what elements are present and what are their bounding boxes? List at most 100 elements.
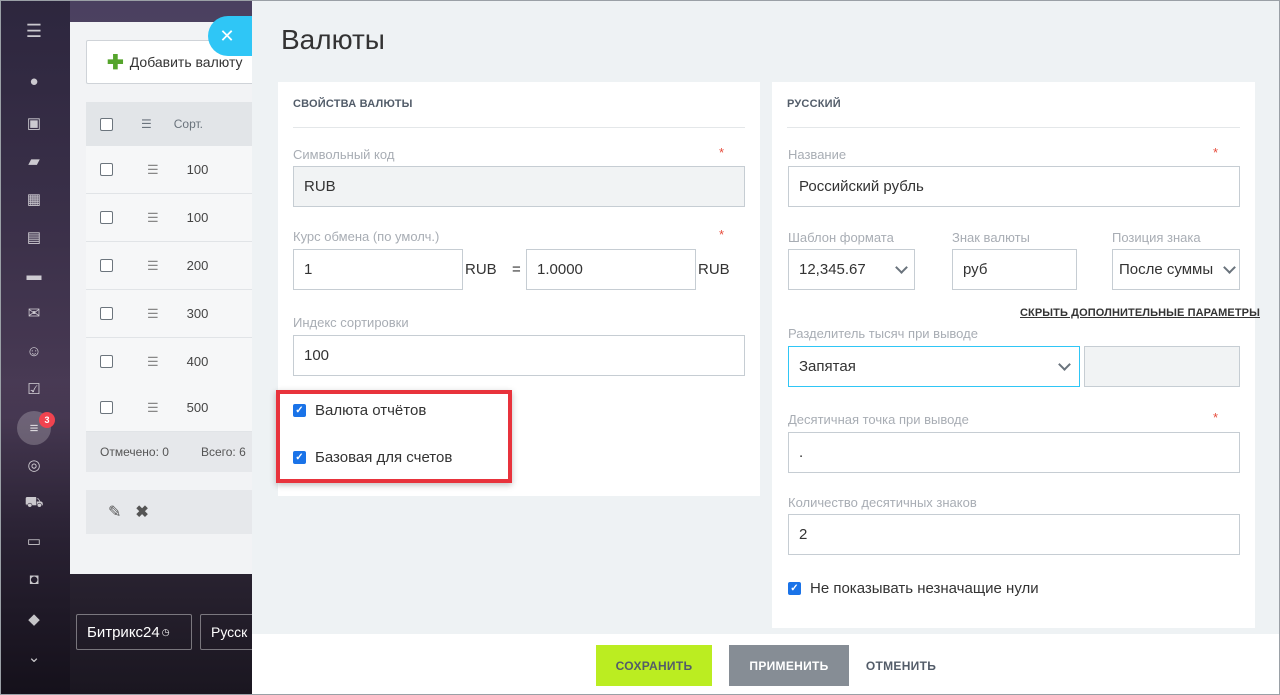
cart-icon[interactable]: ⛟ [24,494,44,512]
decimal-point-label: Десятичная точка при выводе [788,412,969,427]
row-menu-icon[interactable]: ☰ [147,306,159,322]
robot-icon[interactable]: ◘ [24,570,44,588]
currency-sign-label: Знак валюты [952,230,1030,245]
rate-currency-to: RUB [698,261,730,278]
bitrix24-logo[interactable]: Битрикс24 ◷ [76,614,192,650]
left-sidebar: ☰ ● ▣ ▰ ▦ ▤ ▬ ✉ ☺ ☑ ≡ 3 ◎ ⛟ ▭ ◘ ◆ ⌄ [0,0,70,695]
mail-icon[interactable]: ✉ [24,304,44,322]
currency-list-panel: ✚ Добавить валюту ☰ Сорт. ☰ 100 ☰ 100 ☰ … [70,22,276,574]
decimal-point-field[interactable]: . [788,432,1240,473]
custom-separator-field[interactable] [1084,346,1240,387]
edit-icon[interactable]: ✎ [108,502,121,522]
format-template-select[interactable]: 12,345.67 [788,249,915,290]
rate-currency-from: RUB [465,261,497,278]
symbol-code-field[interactable]: RUB [293,166,745,207]
add-currency-label: Добавить валюту [129,54,243,70]
row-sort-value: 300 [186,306,209,321]
column-sort[interactable]: Сорт. [174,117,203,131]
feed-icon[interactable]: ● [24,72,44,90]
currency-sign-field[interactable]: руб [952,249,1077,290]
save-button[interactable]: СОХРАНИТЬ [596,645,712,686]
sign-position-label: Позиция знака [1112,230,1201,245]
checklist-icon[interactable]: ☑ [24,380,44,398]
row-menu-icon[interactable]: ☰ [147,258,159,274]
thousands-separator-value: Запятая [799,358,856,375]
row-checkbox[interactable] [100,163,113,176]
row-menu-icon[interactable]: ☰ [147,162,159,178]
chevron-down-icon [1058,358,1071,371]
card-heading: РУССКИЙ [787,98,841,110]
row-sort-value: 100 [186,210,209,225]
currency-name-label: Название [788,147,847,162]
document-icon[interactable]: ▤ [24,228,44,246]
box-icon[interactable]: ◆ [24,610,44,628]
calendar-icon[interactable]: ▦ [24,190,44,208]
table-row[interactable]: ☰ 300 [86,290,276,338]
apply-button[interactable]: ПРИМЕНИТЬ [729,645,849,686]
table-row[interactable]: ☰ 100 [86,146,276,194]
rate-equals-sign: = [512,261,521,278]
row-menu-icon[interactable]: ☰ [147,354,159,370]
row-sort-value: 400 [186,354,209,369]
chevron-down-icon [1223,261,1236,274]
total-count: Всего: 6 [200,445,246,459]
contact-card-icon[interactable]: ▭ [24,532,44,550]
table-row[interactable]: ☰ 200 [86,242,276,290]
table-row[interactable]: ☰ 100 [86,194,276,242]
close-slider-button[interactable]: ✕ [208,16,252,56]
hide-additional-params-link[interactable]: СКРЫТЬ ДОПОЛНИТЕЛЬНЫЕ ПАРАМЕТРЫ [1020,307,1260,319]
menu-icon[interactable]: ☰ [24,21,44,41]
notification-badge: 3 [39,412,55,428]
checked-count: Отмечено: 0 [100,445,169,459]
table-row[interactable]: ☰ 500 [86,384,276,432]
card-heading: СВОЙСТВА ВАЛЮТЫ [293,98,413,110]
currency-name-field[interactable]: Российский рубль [788,166,1240,207]
exchange-rate-label: Курс обмена (по умолч.) [293,229,440,244]
drive-icon[interactable]: ▬ [24,266,44,284]
table-row[interactable]: ☰ 400 [86,338,276,386]
row-checkbox[interactable] [100,211,113,224]
grid-footer: Отмечено: 0 Всего: 6 [86,432,276,472]
divider [293,127,745,128]
highlight-annotation [276,390,512,483]
chat-icon[interactable]: ▰ [24,152,44,170]
format-template-value: 12,345.67 [799,261,866,278]
checkmark-icon: ✓ [788,582,801,595]
select-all-checkbox[interactable] [100,117,113,131]
close-icon: ✕ [219,25,235,46]
thousands-separator-select[interactable]: Запятая [788,346,1080,387]
plus-icon: ✚ [107,51,124,74]
row-sort-value: 200 [186,258,209,273]
rate-amount-field[interactable]: 1 [293,249,463,290]
required-mark: * [719,227,725,242]
format-template-label: Шаблон формата [788,230,894,245]
symbol-code-label: Символьный код [293,147,395,162]
column-settings-icon[interactable]: ☰ [141,117,152,131]
required-mark: * [1213,410,1219,425]
row-checkbox[interactable] [100,355,113,368]
row-checkbox[interactable] [100,259,113,272]
sort-index-label: Индекс сортировки [293,315,409,330]
decimals-count-field[interactable]: 2 [788,514,1240,555]
russian-locale-card: РУССКИЙ Название * Российский рубль Шабл… [772,82,1255,628]
rate-value-field[interactable]: 1.0000 [526,249,696,290]
chevron-down-icon[interactable]: ⌄ [24,648,44,666]
slider-footer: СОХРАНИТЬ ПРИМЕНИТЬ ОТМЕНИТЬ [252,634,1280,695]
row-checkbox[interactable] [100,307,113,320]
row-menu-icon[interactable]: ☰ [147,210,159,226]
row-menu-icon[interactable]: ☰ [147,400,159,416]
sort-index-field[interactable]: 100 [293,335,745,376]
delete-icon[interactable]: ✖ [135,502,148,522]
sign-position-select[interactable]: После суммы [1112,249,1240,290]
hide-zeros-checkbox[interactable]: ✓ Не показывать незначащие нули [788,580,1039,597]
tasks-icon[interactable]: ▣ [24,114,44,132]
logo-text: Битрикс24 [87,623,160,641]
target-icon[interactable]: ◎ [24,456,44,474]
sign-position-value: После суммы [1119,261,1214,278]
thousands-separator-label: Разделитель тысяч при выводе [788,326,978,341]
employees-icon[interactable]: ☺ [24,342,44,360]
grid-header: ☰ Сорт. [86,102,276,146]
row-checkbox[interactable] [100,401,113,414]
page-title: Валюты [281,24,385,55]
cancel-button[interactable]: ОТМЕНИТЬ [856,645,946,686]
